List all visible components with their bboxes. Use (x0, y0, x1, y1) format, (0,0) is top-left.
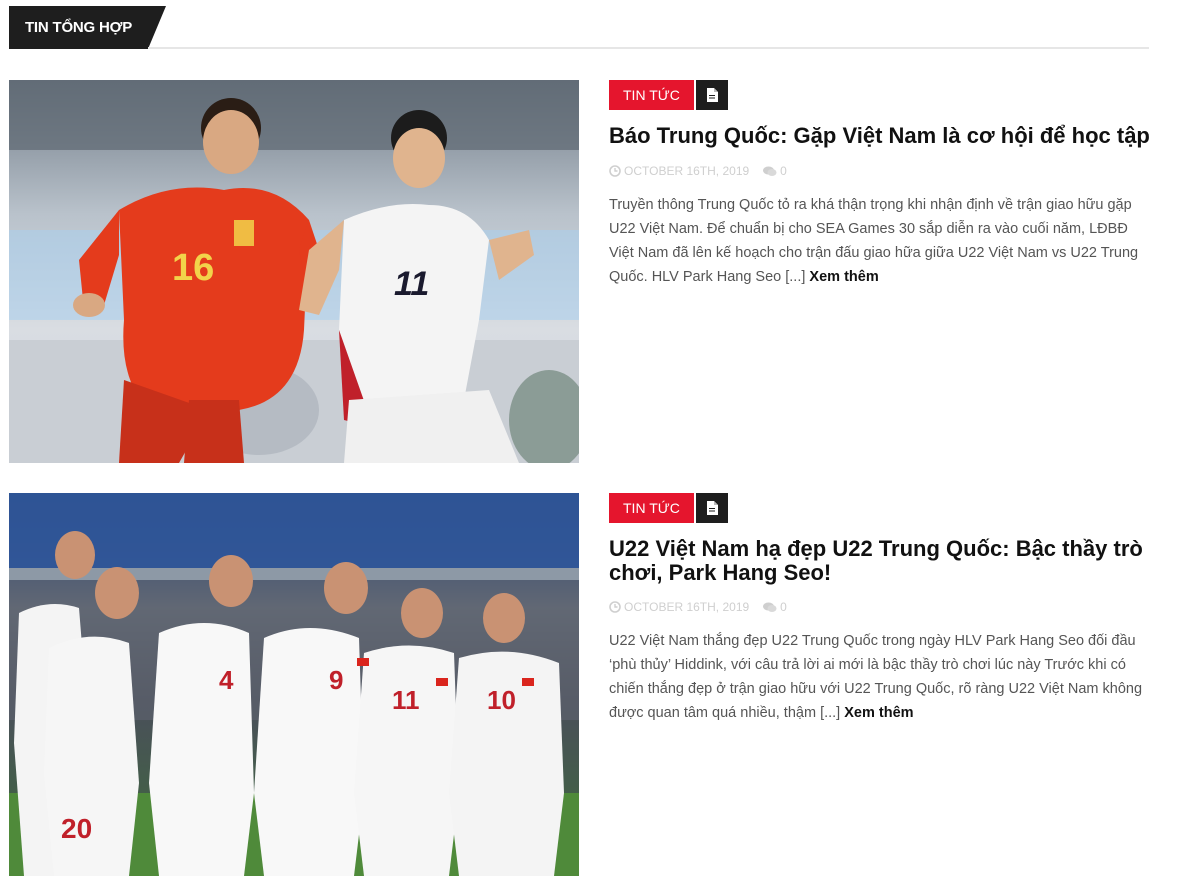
document-icon (706, 88, 718, 102)
comment-count: 0 (780, 164, 787, 178)
post-excerpt: U22 Việt Nam thắng đẹp U22 Trung Quốc tr… (609, 629, 1149, 725)
post-comments[interactable]: 0 (763, 600, 787, 614)
document-icon (706, 501, 718, 515)
post-excerpt: Truyền thông Trung Quốc tỏ ra khá thận t… (609, 193, 1149, 289)
post-date-text: OCTOBER 16TH, 2019 (624, 164, 750, 178)
player-number-16: 16 (172, 247, 214, 289)
team-photo: 20 4 9 11 10 (9, 493, 579, 876)
player-number-20: 20 (61, 813, 92, 844)
post-info: OCTOBER 16TH, 2019 0 (609, 164, 801, 178)
player-number-10: 10 (487, 685, 516, 715)
post-meta-row: TIN TỨC (609, 80, 728, 110)
post-thumbnail[interactable]: 20 4 9 11 10 (9, 493, 579, 876)
section-title[interactable]: TIN TỔNG HỢP (9, 6, 148, 49)
category-label[interactable]: TIN TỨC (609, 80, 694, 110)
post-date: OCTOBER 16TH, 2019 (609, 164, 749, 178)
read-more-link[interactable]: Xem thêm (809, 269, 878, 285)
category-label[interactable]: TIN TỨC (609, 493, 694, 523)
section-header: TIN TỔNG HỢP (9, 6, 1149, 50)
match-photo: 16 11 (9, 80, 579, 463)
post-comments[interactable]: 0 (763, 164, 787, 178)
post-info: OCTOBER 16TH, 2019 0 (609, 600, 801, 614)
player-number-11: 11 (394, 265, 429, 303)
post-date: OCTOBER 16TH, 2019 (609, 600, 749, 614)
post-title[interactable]: Báo Trung Quốc: Gặp Việt Nam là cơ hội đ… (609, 124, 1154, 148)
post-meta-row: TIN TỨC (609, 493, 728, 523)
post-title[interactable]: U22 Việt Nam hạ đẹp U22 Trung Quốc: Bậc … (609, 537, 1154, 585)
read-more-link[interactable]: Xem thêm (844, 705, 913, 721)
post-thumbnail[interactable]: 16 11 (9, 80, 579, 463)
player-number-9: 9 (329, 665, 343, 695)
player-number-11b: 11 (392, 685, 420, 715)
clock-icon (609, 165, 621, 177)
section-title-slant (148, 6, 166, 49)
comments-icon (763, 602, 777, 612)
clock-icon (609, 601, 621, 613)
post-format-badge (695, 80, 728, 110)
post-card-1: 16 11 TIN TỨC Báo Trung Quốc: Gặp Việt N… (9, 80, 1159, 465)
comments-icon (763, 166, 777, 176)
player-number-4: 4 (219, 665, 234, 695)
comment-count: 0 (780, 600, 787, 614)
post-card-2: 20 4 9 11 10 TIN TỨC U22 Việt Nam hạ đẹp… (9, 493, 1159, 878)
post-date-text: OCTOBER 16TH, 2019 (624, 600, 750, 614)
section-divider (148, 47, 1149, 49)
post-format-badge (695, 493, 728, 523)
